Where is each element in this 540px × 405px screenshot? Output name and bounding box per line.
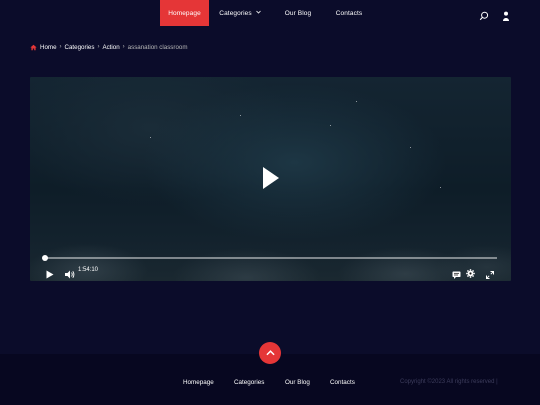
nav-categories-label: Categories [219, 9, 252, 17]
site-header: Homepage Categories Our Blog Contacts [0, 0, 540, 26]
video-star [440, 187, 441, 188]
video-time: 1:54:10 [78, 267, 99, 273]
nav-homepage[interactable]: Homepage [160, 0, 209, 26]
volume-icon[interactable] [65, 266, 75, 284]
video-progress-handle[interactable] [42, 255, 48, 261]
breadcrumb-current: assanation classroom [127, 43, 188, 51]
footer-link-contacts[interactable]: Contacts [330, 379, 355, 386]
breadcrumb-home[interactable]: Home [40, 44, 57, 51]
breadcrumb: Home › Categories › Action › assanation … [30, 42, 188, 52]
video-frame-clouds [30, 211, 511, 281]
home-icon [30, 44, 37, 51]
user-icon[interactable] [501, 8, 511, 21]
chevron-right-icon: › [97, 44, 100, 50]
footer-link-our-blog[interactable]: Our Blog [285, 379, 310, 386]
video-star [240, 115, 241, 116]
chevron-up-icon [265, 350, 275, 356]
video-star [410, 147, 411, 148]
breadcrumb-action[interactable]: Action [102, 44, 119, 51]
nav-contacts[interactable]: Contacts [325, 0, 373, 26]
video-star [150, 137, 151, 138]
video-progress-bar[interactable] [45, 257, 497, 259]
chevron-right-icon: › [59, 44, 62, 50]
video-star [330, 125, 331, 126]
footer-link-homepage[interactable]: Homepage [183, 379, 214, 386]
nav-our-blog[interactable]: Our Blog [271, 0, 325, 26]
search-icon[interactable] [479, 8, 489, 21]
fullscreen-icon[interactable] [486, 266, 494, 284]
copyright-text: Copyright ©2023 All rights reserved | [400, 379, 498, 385]
chevron-down-icon [255, 10, 261, 16]
back-to-top-button[interactable] [259, 342, 281, 364]
big-play-icon[interactable] [262, 166, 280, 190]
play-icon[interactable] [46, 266, 54, 284]
footer-link-categories[interactable]: Categories [234, 379, 264, 386]
video-star [356, 101, 357, 102]
settings-icon[interactable] [466, 265, 475, 283]
nav-categories[interactable]: Categories [209, 0, 271, 26]
chevron-right-icon: › [122, 44, 125, 50]
captions-icon[interactable] [452, 266, 461, 284]
main-nav: Homepage Categories Our Blog Contacts [160, 0, 373, 26]
breadcrumb-categories[interactable]: Categories [65, 44, 95, 51]
